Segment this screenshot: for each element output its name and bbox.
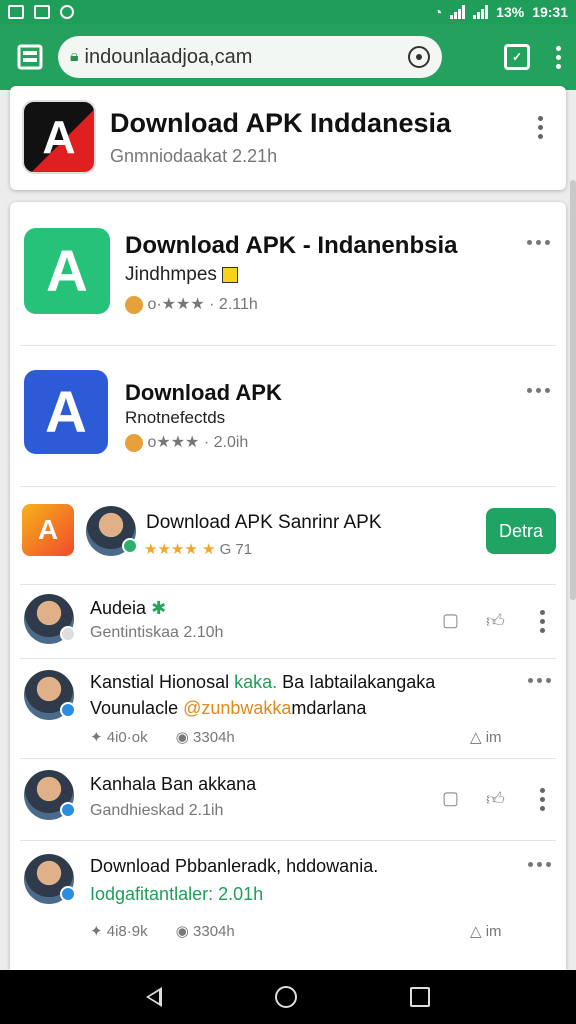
tabs-button[interactable] (12, 39, 48, 75)
promo-row[interactable]: A Download APK Sanrinr APK ★★★★ ★ G 71 D… (10, 490, 566, 582)
post-body: Iodgafitantlaler: 2.01h (90, 884, 264, 904)
recents-icon[interactable] (409, 987, 430, 1007)
avatar (24, 670, 76, 720)
pin-icon: ✦ (90, 729, 103, 746)
promo-title: Download APK Sanrinr APK (146, 512, 382, 533)
like-icon[interactable]: 👍︎ (486, 788, 505, 810)
app-title: Download APK - Indanenbsia (125, 232, 458, 259)
post-author: Kanstial Hionosal kaka. Ba Iabtailakanga… (90, 672, 436, 692)
post-meta: Gandhieskad 2.1ih (90, 802, 224, 819)
post-stats: ✦ 4i8·9k ◉ 3304h (90, 923, 235, 940)
promo-button[interactable]: Detra (486, 508, 556, 554)
post-time: △ im (470, 729, 502, 746)
app-menu-button[interactable] (527, 240, 550, 245)
app-title: Download APK (125, 380, 282, 405)
comment-icon[interactable]: ◉ (176, 729, 189, 746)
sync-icon (60, 5, 74, 19)
home-icon[interactable] (274, 986, 297, 1008)
post-item[interactable]: Kanstial Hionosal kaka. Ba Iabtailakanga… (10, 662, 566, 756)
post-menu-button[interactable] (536, 788, 548, 811)
lock-icon: 🔒︎ (70, 48, 79, 65)
app-meta: o·★★★ · 2.11h (125, 294, 258, 314)
app-icon: A (24, 370, 108, 454)
app-subtitle: Gnmniodaakat 2.21h (110, 146, 278, 166)
url-text: indounlaadjoa,cam (84, 45, 253, 68)
app-title: Download APK Inddanesia (110, 108, 452, 138)
app-icon: A (22, 100, 96, 174)
pin-icon: ✦ (90, 923, 103, 940)
emoji-icon (125, 295, 143, 314)
post-body: Vounulacle @zunbwakkamdarlana (90, 698, 367, 718)
battery-level: 13% (496, 4, 525, 20)
post-item[interactable]: Kanhala Ban akkana Gandhieskad 2.1ih ▢ 👍… (10, 762, 566, 838)
top-app-card[interactable]: A Download APK Inddanesia Gnmniodaakat 2… (10, 86, 566, 190)
divider (20, 840, 556, 841)
divider (20, 584, 556, 585)
record-icon[interactable] (408, 46, 430, 68)
post-meta: Gentintiskaa 2.10h (90, 624, 224, 641)
wifi-icon: ◔ (433, 4, 443, 20)
card-menu-button[interactable] (534, 116, 546, 139)
badge-icon (222, 266, 239, 283)
leaf-icon: ✱ (151, 598, 167, 618)
browser-toolbar: 🔒︎ indounlaadjoa,cam ✓ (0, 24, 576, 90)
post-stats: ✦ 4i0·ok ◉ 3304h (90, 729, 235, 746)
results-card: A Download APK - Indanenbsia Jindhmpes o… (10, 202, 566, 970)
address-bar[interactable]: 🔒︎ indounlaadjoa,cam (58, 36, 442, 78)
gallery-icon (34, 5, 50, 19)
scrollbar[interactable] (570, 180, 576, 600)
app-tagline: Jindhmpes (125, 264, 239, 286)
bell-icon: △ (470, 923, 482, 940)
avatar (24, 594, 76, 644)
post-author: Audeia ✱ (90, 598, 167, 618)
clock: 19:31 (532, 4, 568, 20)
copy-icon[interactable]: ▢ (442, 788, 459, 809)
post-menu-button[interactable] (528, 678, 551, 683)
avatar (24, 854, 76, 904)
tab-switcher-icon[interactable]: ✓ (504, 44, 530, 70)
post-time: △ im (470, 923, 502, 940)
notification-icon (8, 5, 24, 19)
post-menu-button[interactable] (536, 610, 548, 633)
post-author: Kanhala Ban akkana (90, 774, 257, 794)
post-item[interactable]: Download Pbbanleradk, hddowania. Iodgafi… (10, 844, 566, 944)
divider (20, 758, 556, 759)
app-item[interactable]: A Download APK - Indanenbsia Jindhmpes o… (10, 202, 566, 344)
app-meta: o★★★ · 2.0ih (125, 432, 248, 452)
post-item[interactable]: Audeia ✱ Gentintiskaa 2.10h ▢ 👍︎ (10, 588, 566, 658)
avatar (24, 770, 76, 820)
divider (20, 658, 556, 659)
app-icon: A (24, 228, 110, 314)
app-menu-button[interactable] (527, 388, 550, 393)
comment-icon[interactable]: ◉ (176, 923, 189, 940)
post-author: Download Pbbanleradk, hddowania. (90, 856, 379, 876)
like-icon[interactable]: 👍︎ (486, 610, 505, 632)
copy-icon[interactable]: ▢ (442, 610, 459, 631)
menu-button[interactable] (552, 45, 564, 69)
signal-icon (450, 5, 466, 19)
post-menu-button[interactable] (528, 862, 551, 867)
system-nav-bar (0, 970, 576, 1024)
tabs-icon (17, 44, 43, 70)
divider (20, 486, 556, 487)
app-icon: A (22, 504, 74, 556)
avatar (86, 506, 138, 556)
rating-stars: ★★★★ ★ (144, 541, 216, 558)
emoji-icon (125, 433, 143, 452)
divider (20, 345, 556, 346)
status-bar: ◔ 13% 19:31 (0, 0, 576, 24)
signal-2-icon (473, 5, 489, 19)
app-item[interactable]: A Download APK Rnotnefectds o★★★ · 2.0ih (10, 348, 566, 484)
promo-rating: ★★★★ ★ G 71 (144, 541, 253, 558)
bell-icon: △ (470, 729, 482, 746)
back-icon[interactable] (146, 987, 163, 1007)
app-tagline: Rnotnefectds (125, 408, 226, 427)
